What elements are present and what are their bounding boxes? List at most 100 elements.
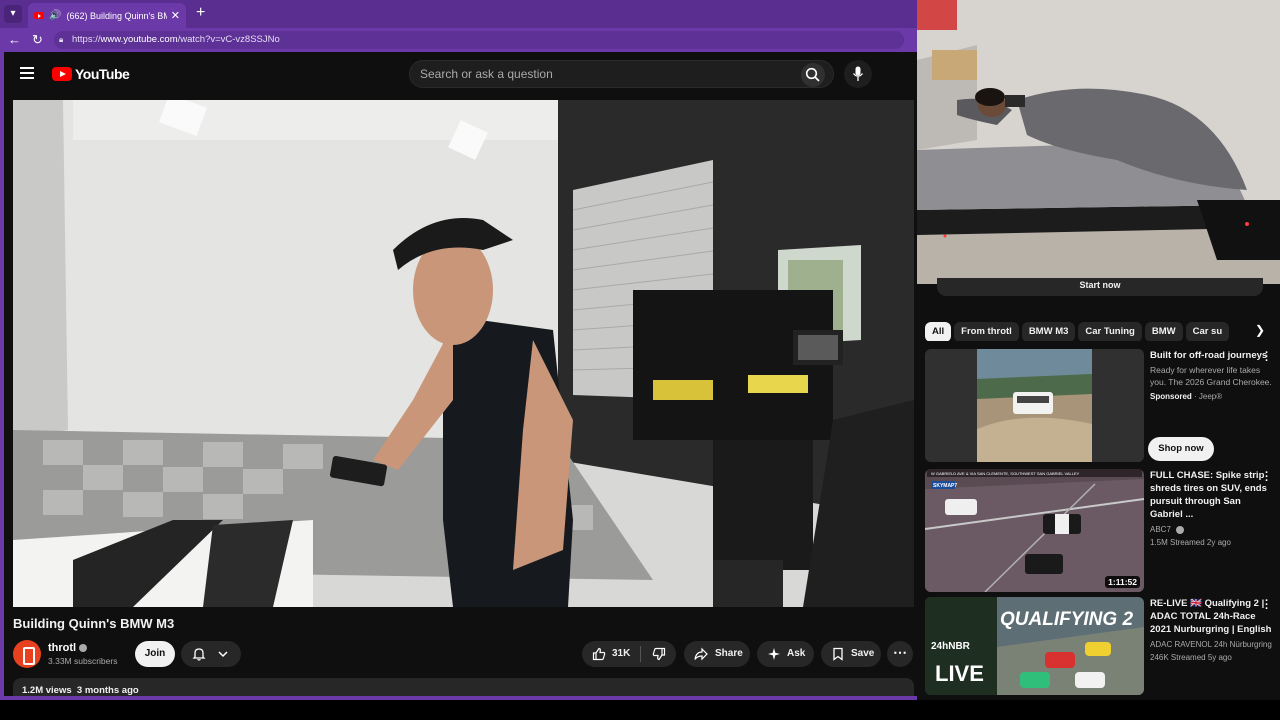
share-label: Share <box>715 648 743 659</box>
chevron-down-icon <box>218 651 228 658</box>
channel-name[interactable]: ADAC RAVENOL 24h Nürburgring <box>1150 640 1272 649</box>
video-frame-scene <box>13 100 914 607</box>
view-count: 1.2M views <box>22 685 72 696</box>
upload-age: 3 months ago <box>76 685 139 696</box>
dislike-icon[interactable] <box>652 647 666 661</box>
youtube-header: YouTube Search or ask a question <box>4 52 917 96</box>
verified-icon <box>79 644 88 653</box>
bell-icon <box>192 648 206 661</box>
description-box[interactable]: 1.2M views 3 months ago <box>13 678 914 696</box>
tab-bar: ▾ 🔊 (662) Building Quinn's BMW M ✕ + <box>0 0 917 28</box>
video-stats: 1.5M Streamed 2y ago <box>1150 538 1231 547</box>
channel-avatar[interactable] <box>13 640 41 668</box>
search-input[interactable]: Search or ask a question <box>409 60 834 88</box>
video-thumbnail[interactable]: W GABRIELD AVE & VIA SAN CLEMENTE, SOUTH… <box>925 469 1144 592</box>
filter-chips: All From throtl BMW M3 Car Tuning BMW Car su <box>925 321 1275 341</box>
chevron-right-icon[interactable]: ❯ <box>1255 323 1265 337</box>
related-sidebar: Start now All From throtl BMW M3 Car Tuning… <box>917 278 1280 720</box>
menu-icon[interactable] <box>20 67 34 79</box>
video-duration: 1:11:52 <box>1105 576 1140 588</box>
address-bar[interactable]: 🔒︎ https://www.youtube.com/watch?v=vC-vz… <box>54 31 904 49</box>
ad-description: Ready for wherever life takes you. The 2… <box>1150 365 1272 387</box>
lock-icon: 🔒︎ <box>59 35 64 44</box>
start-now-button[interactable]: Start now <box>937 278 1263 296</box>
qualifying-thumbnail-image: QUALIFYING 2 24hNBR LIVE <box>925 597 1144 695</box>
list-item-video[interactable]: QUALIFYING 2 24hNBR LIVE RE-LIVE 🇬🇧 Qual… <box>925 596 1277 707</box>
ask-button[interactable]: Ask <box>757 641 814 667</box>
channel-line: ADAC RAVENOL 24h Nürburgring <box>1150 638 1276 651</box>
ad-title[interactable]: Built for off-road journeys <box>1150 349 1276 362</box>
speaker-icon[interactable]: 🔊 <box>49 10 61 21</box>
new-tab-button[interactable]: + <box>196 4 205 22</box>
like-divider <box>640 646 641 662</box>
video-title: Building Quinn's BMW M3 <box>13 616 175 631</box>
chip-from-throtl[interactable]: From throtl <box>954 322 1019 341</box>
video-info: FULL CHASE: Spike strip shreds tires on … <box>1150 469 1276 549</box>
save-button[interactable]: Save <box>821 641 881 667</box>
channel-name[interactable]: throtl <box>48 642 88 654</box>
chip-car-su[interactable]: Car su <box>1185 322 1230 341</box>
list-item-video[interactable]: W GABRIELD AVE & VIA SAN CLEMENTE, SOUTH… <box>925 468 1277 592</box>
chase-caption: W GABRIELD AVE & VIA SAN CLEMENTE, SOUTH… <box>931 471 1080 476</box>
verified-icon <box>1176 525 1185 534</box>
ask-icon <box>768 648 780 660</box>
video-info: RE-LIVE 🇬🇧 Qualifying 2 | ADAC TOTAL 24h… <box>1150 597 1276 664</box>
youtube-logo[interactable]: YouTube <box>52 66 130 82</box>
chip-car-tuning[interactable]: Car Tuning <box>1078 322 1142 341</box>
chase-thumbnail-image: W GABRIELD AVE & VIA SAN CLEMENTE, SOUTH… <box>925 469 1144 592</box>
search-button[interactable] <box>801 63 825 87</box>
channel-name[interactable]: ABC7 <box>1150 525 1171 534</box>
view-count-age: 1.2M views 3 months ago <box>22 685 139 696</box>
search-icon <box>805 67 820 82</box>
video-title[interactable]: RE-LIVE 🇬🇧 Qualifying 2 | ADAC TOTAL 24h… <box>1150 597 1276 636</box>
tab-title: (662) Building Quinn's BMW M <box>66 10 166 21</box>
video-title[interactable]: FULL CHASE: Spike strip shreds tires on … <box>1150 469 1276 521</box>
search-placeholder: Search or ask a question <box>420 67 553 81</box>
24h-overlay: 24hNBR <box>931 641 971 652</box>
ad-thumbnail-image <box>925 349 1144 462</box>
video-player[interactable] <box>13 100 914 607</box>
url-path: /watch?v=vC-vz8SSJNo <box>177 34 280 45</box>
active-tab[interactable]: 🔊 (662) Building Quinn's BMW M ✕ <box>28 3 186 28</box>
more-icon[interactable]: · · · <box>1265 348 1269 367</box>
logo-text: YouTube <box>75 66 130 82</box>
like-icon[interactable] <box>592 647 606 661</box>
shop-now-button[interactable]: Shop now <box>1148 437 1214 461</box>
taskbar <box>0 700 1280 720</box>
channel-name-text: throtl <box>48 642 77 654</box>
more-icon[interactable]: · · · <box>1265 596 1269 615</box>
url-host: www.youtube.com <box>100 34 178 45</box>
back-icon[interactable]: ← <box>8 32 21 47</box>
subscribe-notification-button[interactable] <box>181 641 241 667</box>
screen: ▾ 🔊 (662) Building Quinn's BMW M ✕ + ← ↻… <box>0 0 1280 720</box>
list-item-ad[interactable]: Built for off-road journeys Ready for wh… <box>925 348 1277 464</box>
live-overlay: LIVE <box>935 661 984 686</box>
like-dislike-group: 31K <box>582 641 676 667</box>
chip-all[interactable]: All <box>925 322 952 341</box>
voice-search-button[interactable] <box>844 60 872 88</box>
ad-info: Built for off-road journeys Ready for wh… <box>1150 349 1276 403</box>
share-icon <box>694 647 708 661</box>
sponsored-label: Sponsored <box>1150 392 1192 401</box>
tab-list-dropdown-icon[interactable]: ▾ <box>4 5 22 23</box>
browser-window: ▾ 🔊 (662) Building Quinn's BMW M ✕ + ← ↻… <box>0 0 917 720</box>
url-prefix: https:// <box>72 34 101 45</box>
save-label: Save <box>851 648 875 659</box>
chip-bmw-m3[interactable]: BMW M3 <box>1021 322 1076 341</box>
video-thumbnail[interactable]: QUALIFYING 2 24hNBR LIVE <box>925 597 1144 695</box>
webcam-overlay <box>917 0 1280 284</box>
more-icon[interactable]: · · · <box>1265 468 1269 487</box>
webcam-scene <box>917 0 1280 284</box>
more-icon[interactable]: ⋯ <box>887 641 913 667</box>
tab-close-icon[interactable]: ✕ <box>171 9 180 22</box>
ad-thumbnail[interactable] <box>925 349 1144 462</box>
like-count: 31K <box>612 648 631 659</box>
window-border <box>0 52 4 700</box>
chip-bmw[interactable]: BMW <box>1144 322 1183 341</box>
save-icon <box>833 647 843 661</box>
share-button[interactable]: Share <box>684 641 750 667</box>
join-button[interactable]: Join <box>135 641 175 667</box>
advertiser-name: Jeep® <box>1198 392 1223 401</box>
reload-icon[interactable]: ↻ <box>32 32 43 48</box>
ad-sponsor-line: Sponsored · Jeep® <box>1150 392 1223 401</box>
